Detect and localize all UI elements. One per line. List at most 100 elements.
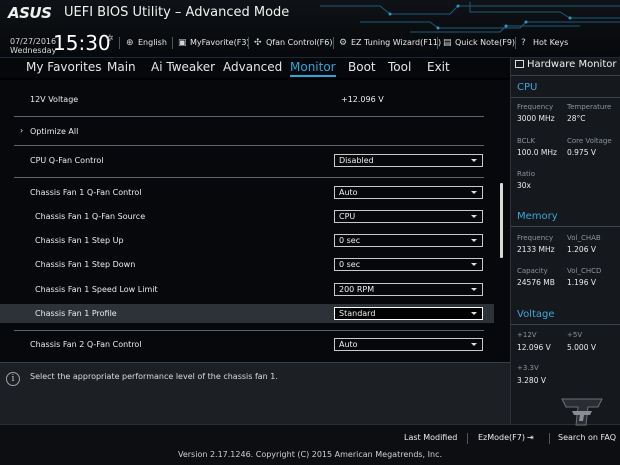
tab-tool[interactable]: Tool (388, 60, 411, 74)
tab-main[interactable]: Main (107, 60, 136, 74)
hot-keys-button[interactable]: ? Hot Keys (521, 38, 568, 48)
header-divider (437, 37, 438, 49)
tuning-icon: ⚙ (339, 38, 348, 48)
footer-divider (467, 433, 468, 444)
setting-label: 12V Voltage (30, 95, 79, 104)
chassis-fan1-qfan-source-dropdown[interactable]: CPU (334, 210, 483, 223)
main-menu: My Favorites Main Ai Tweaker Advanced Mo… (0, 58, 510, 78)
quick-note-button[interactable]: ▤ Quick Note(F9) (443, 38, 515, 48)
voltage-3v3-label: +3.3V (517, 364, 539, 372)
cpu-frequency-value: 3000 MHz (517, 114, 555, 123)
setting-row-12v-voltage: 12V Voltage +12.096 V (0, 92, 494, 108)
asus-logo: ASUS (8, 4, 52, 22)
search-on-faq-button[interactable]: Search on FAQ (558, 433, 616, 442)
exit-arrow-icon: ⇥ (526, 433, 534, 442)
tab-advanced[interactable]: Advanced (223, 60, 282, 74)
memory-vol-chcd-value: 1.196 V (567, 278, 596, 287)
help-panel: i Select the appropriate performance lev… (0, 362, 510, 424)
cpu-frequency-label: Frequency (517, 103, 554, 111)
info-icon: i (6, 372, 20, 386)
fan-icon: ✣ (254, 38, 262, 48)
divider (511, 75, 620, 76)
ez-tuning-wizard-button[interactable]: ⚙ EZ Tuning Wizard(F11) (339, 38, 441, 48)
setting-label: Chassis Fan 1 Step Down (35, 260, 136, 269)
cpu-qfan-control-dropdown[interactable]: Disabled (334, 154, 483, 167)
voltage-5v-label: +5V (567, 331, 583, 339)
divider (14, 330, 484, 331)
header-divider (248, 37, 249, 49)
title-bar: ASUS UEFI BIOS Utility – Advanced Mode 0… (0, 0, 620, 58)
setting-label: Chassis Fan 1 Q-Fan Control (30, 188, 142, 197)
cpu-core-voltage-label: Core Voltage (567, 137, 612, 145)
tab-ai-tweaker[interactable]: Ai Tweaker (151, 60, 215, 74)
optimize-all-item[interactable]: › Optimize All (0, 124, 494, 140)
clock-settings-icon[interactable]: ✲ (106, 34, 114, 44)
clock-display[interactable]: 15:30 (53, 31, 111, 55)
settings-scrollbar[interactable] (500, 183, 503, 258)
memory-section-title: Memory (517, 211, 558, 222)
memory-vol-chcd-label: Vol_CHCD (567, 267, 602, 275)
divider (14, 177, 484, 178)
divider (511, 97, 620, 98)
divider (511, 324, 620, 325)
chevron-down-icon (471, 288, 477, 291)
voltage-12v-value: 12.096 V (517, 343, 551, 352)
date-display[interactable]: 07/27/2016 Wednesday (10, 37, 56, 55)
help-text: Select the appropriate performance level… (30, 372, 278, 381)
tab-monitor[interactable]: Monitor (290, 60, 336, 77)
favorite-icon: ▣ (178, 38, 187, 48)
hardware-monitor-title: Hardware Monitor (515, 59, 616, 70)
chassis-fan1-speed-low-limit-dropdown[interactable]: 200 RPM (334, 283, 483, 296)
myfavorite-button[interactable]: ▣ MyFavorite(F3) (178, 38, 250, 48)
memory-frequency-value: 2133 MHz (517, 245, 555, 254)
setting-label: CPU Q-Fan Control (30, 156, 104, 165)
note-icon: ▤ (443, 38, 452, 48)
memory-capacity-value: 24576 MB (517, 278, 555, 287)
header-divider (172, 37, 173, 49)
setting-label: Chassis Fan 1 Step Up (35, 236, 124, 245)
chevron-down-icon (471, 239, 477, 242)
memory-frequency-label: Frequency (517, 234, 554, 242)
ezmode-button[interactable]: EzMode(F7) ⇥ (478, 433, 534, 442)
cpu-core-voltage-value: 0.975 V (567, 148, 596, 157)
chevron-right-icon: › (20, 126, 24, 135)
watermark-logo (561, 398, 603, 426)
last-modified-button[interactable]: Last Modified (404, 433, 457, 442)
header-divider (515, 37, 516, 49)
chassis-fan1-profile-dropdown[interactable]: Standard (334, 307, 483, 320)
chassis-fan2-qfan-control-dropdown[interactable]: Auto (334, 338, 483, 351)
header-divider (119, 37, 120, 49)
cpu-ratio-value: 30x (517, 181, 531, 190)
day-text: Wednesday (10, 46, 57, 55)
setting-label: Chassis Fan 1 Speed Low Limit (35, 285, 158, 294)
chassis-fan1-qfan-control-dropdown[interactable]: Auto (334, 186, 483, 199)
chassis-fan1-step-down-dropdown[interactable]: 0 sec (334, 258, 483, 271)
divider (511, 226, 620, 227)
app-title: UEFI BIOS Utility – Advanced Mode (64, 5, 290, 20)
version-text: Version 2.17.1246. Copyright (C) 2015 Am… (177, 450, 443, 459)
qfan-control-button[interactable]: ✣ Qfan Control(F6) (254, 38, 332, 48)
divider (14, 145, 484, 146)
cpu-ratio-label: Ratio (517, 170, 535, 178)
voltage-section-title: Voltage (517, 309, 555, 320)
chevron-down-icon (471, 343, 477, 346)
tab-boot[interactable]: Boot (348, 60, 376, 74)
cpu-bclk-label: BCLK (517, 137, 536, 145)
language-button[interactable]: ⊕ English (126, 38, 167, 48)
header-divider (333, 37, 334, 49)
circuit-decoration (320, 2, 620, 33)
tab-my-favorites[interactable]: My Favorites (26, 60, 101, 74)
setting-value: +12.096 V (341, 95, 384, 104)
setting-label: Optimize All (30, 127, 79, 136)
tab-exit[interactable]: Exit (427, 60, 450, 74)
memory-vol-chab-label: Vol_CHAB (567, 234, 601, 242)
cpu-temperature-value: 28°C (567, 114, 586, 123)
divider (14, 116, 484, 117)
chassis-fan1-step-up-dropdown[interactable]: 0 sec (334, 234, 483, 247)
footer-divider (549, 433, 550, 444)
memory-capacity-label: Capacity (517, 267, 548, 275)
chevron-down-icon (471, 263, 477, 266)
hardware-monitor-panel: Hardware Monitor CPU Frequency Temperatu… (510, 58, 620, 424)
cpu-bclk-value: 100.0 MHz (517, 148, 557, 157)
monitor-icon (515, 60, 524, 68)
